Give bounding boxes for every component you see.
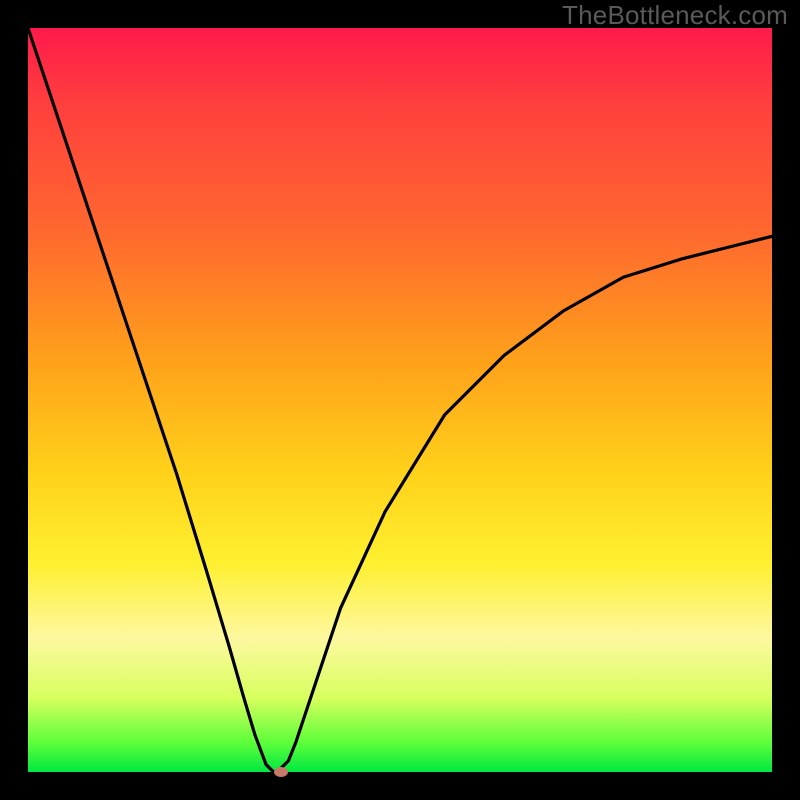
- watermark-text: TheBottleneck.com: [562, 0, 788, 31]
- plot-area: [28, 28, 772, 772]
- optimal-point-marker: [274, 767, 288, 777]
- curve-path: [28, 28, 772, 772]
- bottleneck-curve: [28, 28, 772, 772]
- chart-frame: TheBottleneck.com: [0, 0, 800, 800]
- plot-border: [28, 28, 772, 772]
